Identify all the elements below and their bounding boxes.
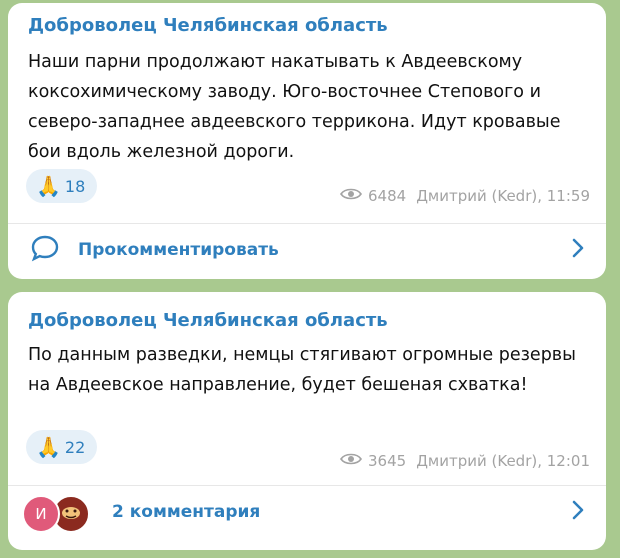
reaction-count: 22 (64, 437, 86, 457)
comment-bubble-icon (30, 234, 60, 266)
comment-label: Прокомментировать (78, 240, 279, 260)
chevron-right-icon (572, 238, 584, 262)
bear-icon (60, 503, 82, 525)
praying-hands-icon: 🙏 (36, 435, 61, 459)
channel-name[interactable]: Доброволец Челябинская область (28, 310, 388, 331)
reaction-button[interactable]: 🙏 22 (26, 430, 98, 464)
praying-hands-icon: 🙏 (36, 174, 61, 198)
post-text: Наши парни продолжают накатывать к Авдее… (28, 52, 561, 162)
post-meta: 6484 Дмитрий (Kedr), 11:59 (340, 187, 590, 205)
views-count: 6484 (368, 187, 407, 205)
chevron-right-icon (572, 500, 584, 524)
channel-post: Доброволец Челябинская область По данным… (8, 292, 606, 550)
avatar-letter: И (35, 505, 47, 523)
views-count: 3645 (368, 452, 407, 470)
author-time: Дмитрий (Kedr), 11:59 (416, 187, 590, 205)
avatar: И (22, 495, 60, 533)
reaction-button[interactable]: 🙏 18 (26, 169, 98, 203)
post-text: По данным разведки, немцы стягивают огро… (28, 345, 576, 395)
comment-button[interactable]: Прокомментировать (8, 224, 606, 276)
reaction-count: 18 (64, 176, 86, 196)
eye-icon (340, 452, 362, 470)
comments-button[interactable]: И 2 комментария (8, 486, 606, 538)
eye-icon (340, 187, 362, 205)
channel-name[interactable]: Доброволец Челябинская область (28, 15, 388, 36)
author-time: Дмитрий (Kedr), 12:01 (416, 452, 590, 470)
post-meta: 3645 Дмитрий (Kedr), 12:01 (340, 452, 590, 470)
comment-label: 2 комментария (112, 502, 261, 522)
channel-post: Доброволец Челябинская область Наши парн… (8, 3, 606, 279)
